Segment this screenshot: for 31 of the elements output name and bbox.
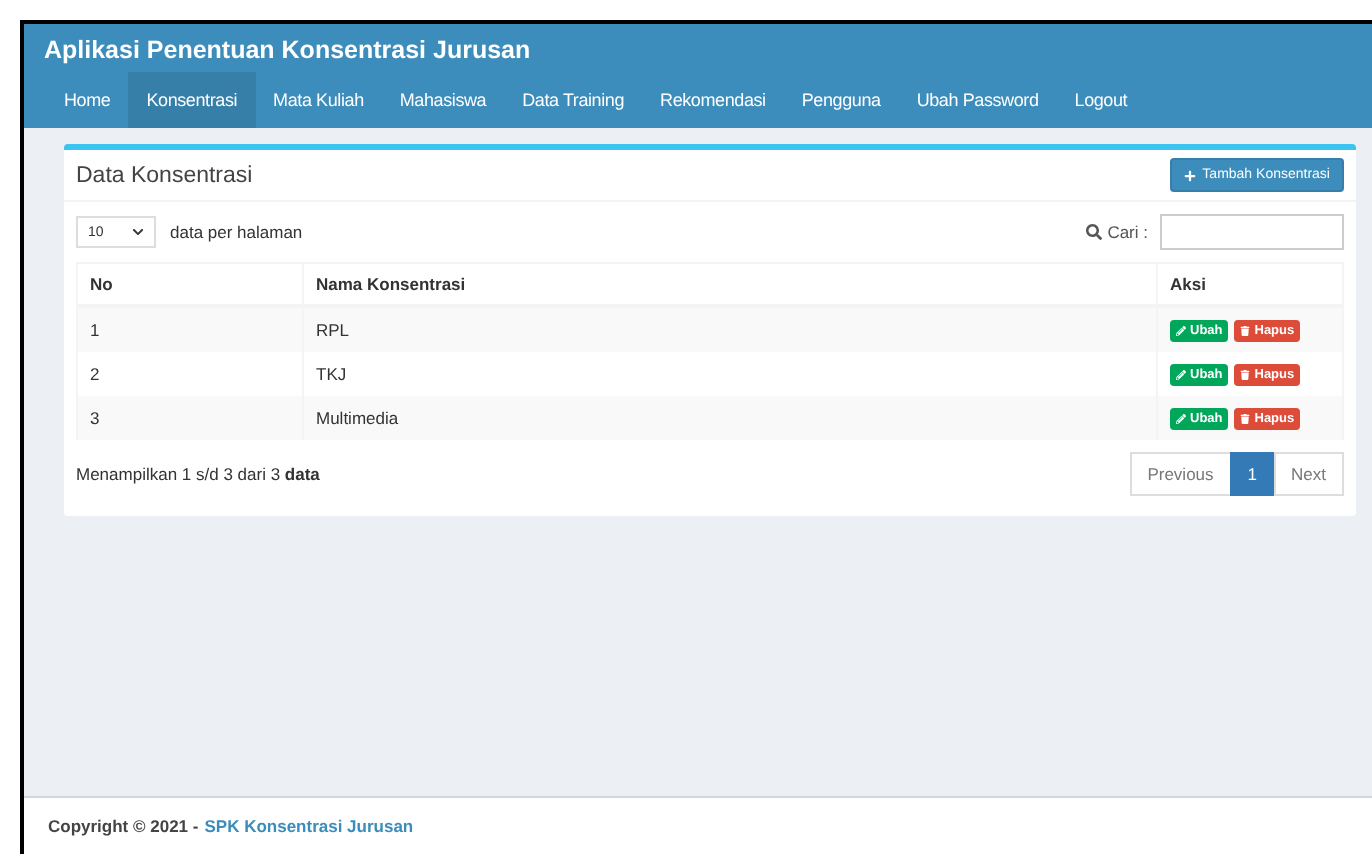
search-icon — [1085, 224, 1102, 240]
nav-tab[interactable]: Home — [46, 72, 129, 128]
pencil-icon — [1176, 369, 1186, 379]
pagination-button[interactable]: 1 — [1229, 452, 1276, 496]
nav-tab[interactable]: Ubah Password — [898, 72, 1057, 128]
nav-tab[interactable]: Mata Kuliah — [255, 72, 382, 128]
table-cell: 3 — [77, 396, 303, 440]
table-info: Menampilkan 1 s/d 3 dari 3 data — [76, 464, 320, 484]
plus-icon — [1184, 169, 1197, 181]
nav-tab[interactable]: Pengguna — [783, 72, 899, 128]
pagination-button[interactable]: Next — [1273, 452, 1344, 496]
copyright-text: Copyright © 2021 - — [48, 816, 199, 836]
card-title: Data Konsentrasi — [76, 163, 253, 187]
chevron-down-icon — [132, 226, 144, 238]
table-cell: Multimedia — [303, 396, 1157, 440]
footer-link[interactable]: SPK Konsentrasi Jurusan — [204, 816, 414, 836]
pagination-button[interactable]: Previous — [1129, 452, 1232, 496]
trash-icon — [1240, 369, 1251, 379]
nav-tab[interactable]: Mahasiswa — [381, 72, 505, 128]
pencil-icon — [1176, 413, 1186, 423]
nav-tab[interactable]: Logout — [1056, 72, 1146, 128]
trash-icon — [1240, 325, 1251, 335]
nav-tab[interactable]: Rekomendasi — [642, 72, 784, 128]
app-title: Aplikasi Penentuan Konsentrasi Jurusan — [42, 34, 533, 68]
search-field[interactable] — [1160, 214, 1344, 250]
trash-icon — [1240, 413, 1251, 423]
nav-tab[interactable]: Data Training — [504, 72, 643, 128]
nav-tab[interactable]: Konsentrasi — [128, 72, 256, 128]
pencil-icon — [1176, 325, 1186, 335]
search-label: Cari : — [1107, 222, 1148, 242]
page-length-label: data per halaman — [170, 222, 303, 242]
